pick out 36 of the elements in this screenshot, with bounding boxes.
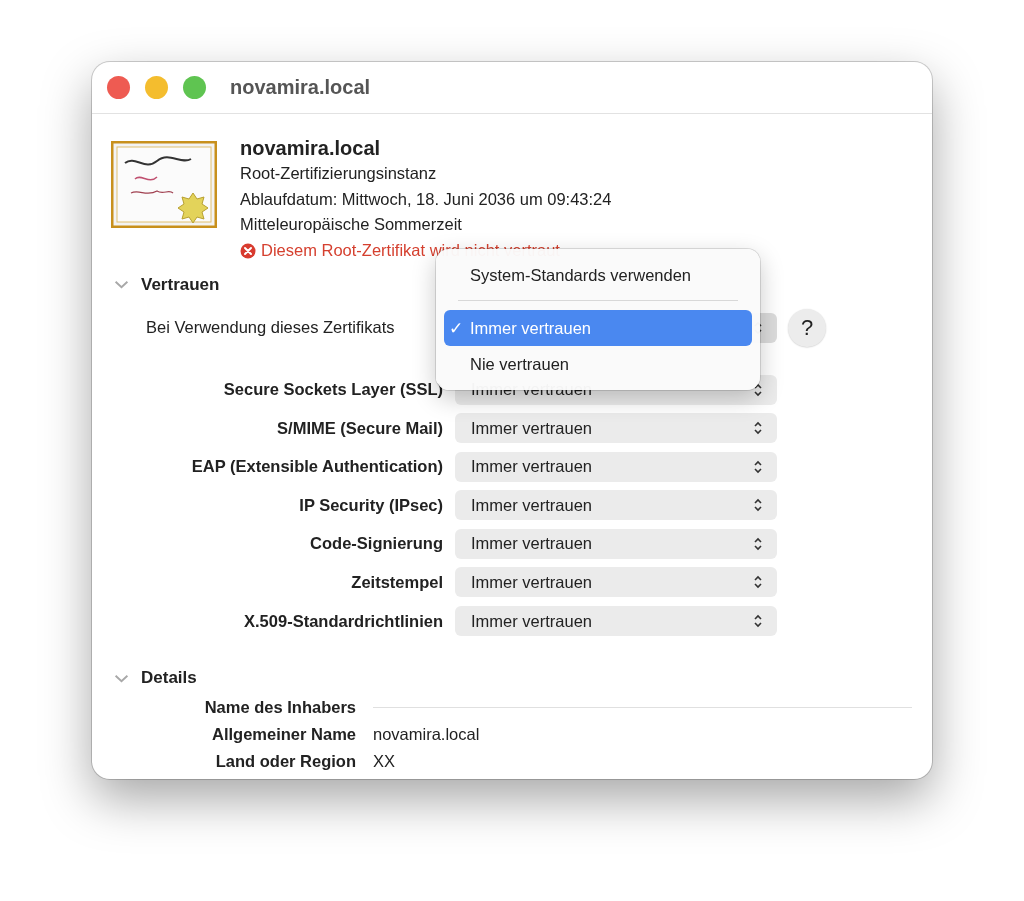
policy-popup[interactable]: Immer vertrauen [455, 413, 777, 444]
certificate-name: novamira.local [240, 136, 382, 161]
policy-popup[interactable]: Immer vertrauen [455, 528, 777, 559]
time-zone: Mitteleuropäische Sommerzeit [240, 214, 463, 235]
section-title: Vertrauen [141, 274, 220, 295]
minimize-button[interactable] [145, 76, 168, 99]
policy-popup[interactable]: Immer vertrauen [455, 490, 777, 521]
certificate-icon [111, 141, 217, 228]
policy-label: Code-Signierung [309, 534, 443, 554]
policy-label: EAP (Extensible Authentication) [190, 457, 443, 477]
field-label: Bei Verwendung dieses Zertifikats [146, 318, 396, 337]
detail-label: Land oder Region [214, 751, 356, 773]
policy-label: IP Security (IPsec) [298, 495, 443, 515]
chevron-icon[interactable] [114, 672, 129, 684]
close-button[interactable] [107, 76, 130, 99]
policy-label: Zeitstempel [350, 572, 443, 592]
certificate-type: Root-Zertifizierungsinstanz [240, 163, 438, 184]
policy-label: S/MIME (Secure Mail) [276, 418, 443, 438]
chevron-icon[interactable] [114, 279, 129, 290]
help-button[interactable]: ? [788, 308, 826, 347]
window-title: novamira.local [230, 76, 371, 99]
policy-popup[interactable]: Immer vertrauen [455, 451, 777, 482]
policy-popup[interactable]: Immer vertrauen [455, 606, 777, 637]
policy-label: Secure Sockets Layer (SSL) [222, 380, 443, 399]
section-title: Details [141, 668, 197, 689]
detail-value: novamira.local [373, 724, 481, 746]
policy-label: X.509-Standardrichtlinien [243, 611, 443, 631]
detail-value: XX [373, 751, 396, 773]
policy-popup[interactable]: Immer vertrauen [455, 567, 777, 598]
detail-label: Name des Inhabers [203, 697, 356, 719]
zoom-button[interactable] [183, 76, 206, 99]
menu-item[interactable]: Nie vertrauen [444, 346, 752, 382]
expiry-date: Ablaufdatum: Mittwoch, 18. Juni 2036 um 09:43:24 [240, 188, 612, 210]
detail-label: Allgemeiner Name [211, 724, 356, 746]
trust-status: Diesem Root-Zertifikat wird nicht vertraut [261, 241, 560, 260]
menu-item[interactable]: System-Standards verwenden [444, 257, 752, 293]
